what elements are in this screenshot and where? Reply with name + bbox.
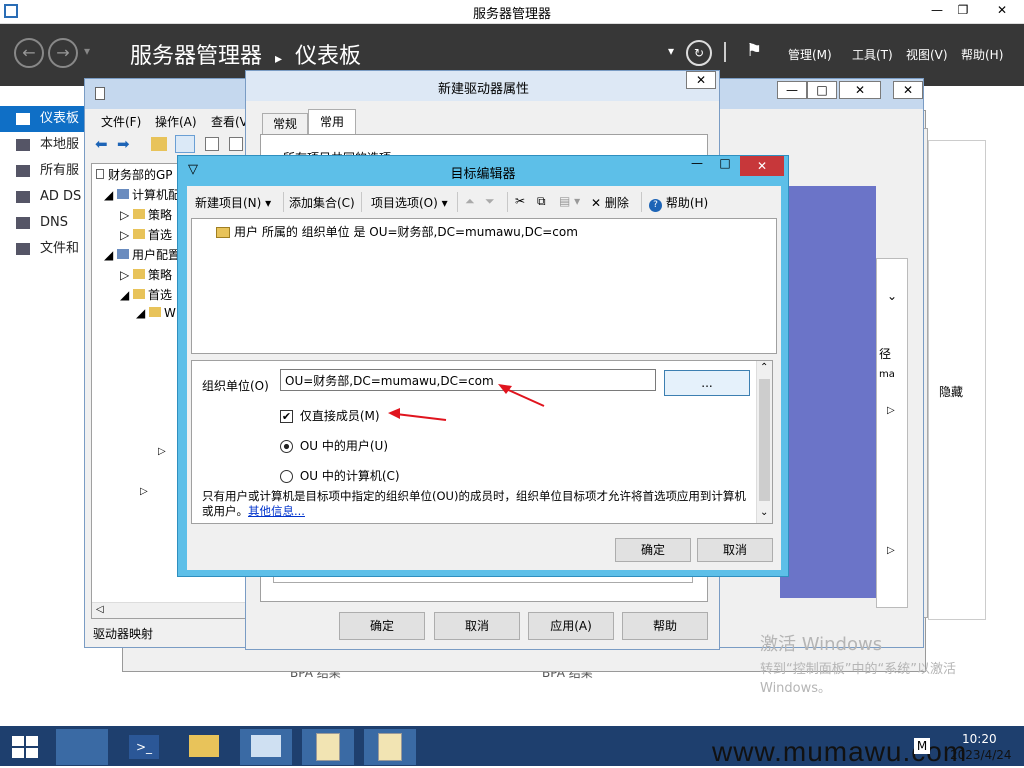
watermark-line-3: Windows。: [760, 681, 832, 696]
arrowhead: [498, 384, 512, 394]
watermark-line-2: 转到“控制面板”中的“系统”以激活: [760, 662, 956, 677]
start-icon[interactable]: [12, 736, 38, 758]
annotation-arrow-ou: [503, 387, 545, 407]
gpmc-icon[interactable]: [302, 729, 354, 765]
annotation-arrow-checkbox: [395, 413, 447, 421]
tray-icon[interactable]: M: [914, 738, 930, 754]
activation-watermark: 激活 Windows 转到“控制面板”中的“系统”以激活 Windows。: [760, 630, 956, 696]
taskbar: >_ www.mumawu.com M 10:20 2023/4/24: [0, 726, 1024, 767]
arrowhead: [388, 408, 400, 419]
gpme-icon[interactable]: [364, 729, 416, 765]
clock-time[interactable]: 10:20: [962, 732, 997, 746]
server-manager-taskbar-icon[interactable]: [56, 729, 108, 765]
explorer-icon[interactable]: [178, 729, 230, 765]
control-panel-icon[interactable]: [240, 729, 292, 765]
clock-date[interactable]: 2023/4/24: [950, 748, 1012, 762]
watermark-line-1: 激活 Windows: [760, 634, 883, 655]
powershell-icon[interactable]: >_: [118, 729, 170, 765]
